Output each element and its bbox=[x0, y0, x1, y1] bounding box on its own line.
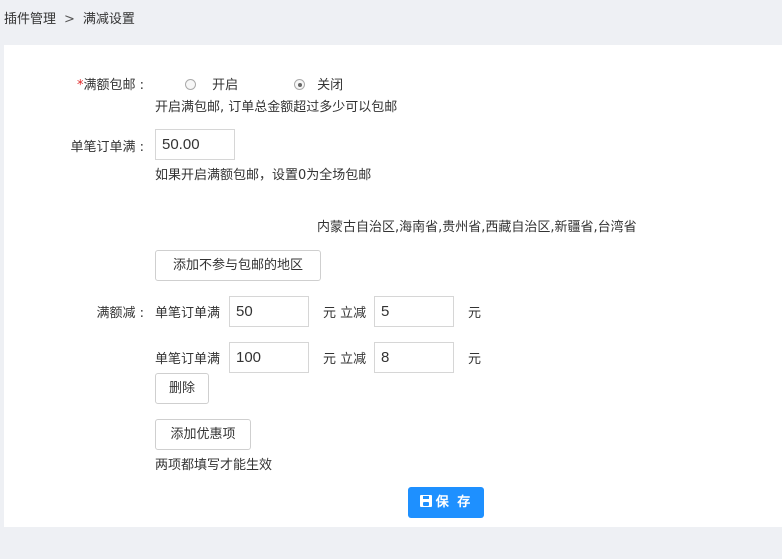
radio-enable-label: 开启 bbox=[212, 78, 239, 93]
discount-row-1-prefix: 单笔订单满 bbox=[155, 306, 221, 321]
discount-row-2-suffix: 元 bbox=[468, 352, 482, 367]
discount-row-1-amount-input[interactable]: 5 bbox=[374, 296, 454, 327]
settings-panel: *满额包邮 : 开启 关闭 开启满包邮, 订单总金额超过多少可以包邮 单笔订单满… bbox=[4, 45, 782, 527]
breadcrumb: 插件管理 > 满减设置 bbox=[4, 8, 135, 27]
radio-enable[interactable]: 开启 bbox=[185, 74, 238, 93]
discount-hint: 两项都填写才能生效 bbox=[155, 458, 273, 473]
save-button[interactable]: 保 存 bbox=[408, 487, 484, 518]
save-button-label: 保 存 bbox=[435, 495, 473, 510]
delete-discount-button[interactable]: 删除 bbox=[155, 373, 209, 404]
discount-row-2-prefix: 单笔订单满 bbox=[155, 352, 221, 367]
discount-row-2-threshold-input[interactable]: 100 bbox=[229, 342, 309, 373]
free-shipping-label-text: 满额包邮 : bbox=[83, 78, 144, 93]
radio-disable[interactable]: 关闭 bbox=[294, 74, 343, 93]
free-shipping-hint: 开启满包邮, 订单总金额超过多少可以包邮 bbox=[155, 100, 398, 115]
order-threshold-input[interactable]: 50.00 bbox=[155, 129, 235, 160]
discount-row-1-threshold-input[interactable]: 50 bbox=[229, 296, 309, 327]
free-shipping-label: *满额包邮 : bbox=[4, 74, 144, 93]
breadcrumb-plugin-management[interactable]: 插件管理 bbox=[4, 12, 56, 27]
discount-row-2-amount-input[interactable]: 8 bbox=[374, 342, 454, 373]
radio-disable-circle[interactable] bbox=[294, 79, 305, 90]
floppy-disk-icon bbox=[419, 495, 432, 507]
discount-row-1-middle: 元 立减 bbox=[323, 306, 367, 321]
discount-row-2-middle: 元 立减 bbox=[323, 352, 367, 367]
discount-row-1-suffix: 元 bbox=[468, 306, 482, 321]
add-excluded-region-button[interactable]: 添加不参与包邮的地区 bbox=[155, 250, 321, 281]
add-discount-button[interactable]: 添加优惠项 bbox=[155, 419, 251, 450]
order-threshold-hint: 如果开启满额包邮，设置0为全场包邮 bbox=[155, 168, 372, 183]
radio-enable-circle[interactable] bbox=[185, 79, 196, 90]
radio-disable-label: 关闭 bbox=[317, 78, 344, 93]
breadcrumb-separator: > bbox=[64, 12, 75, 27]
order-threshold-label: 单笔订单满 : bbox=[70, 140, 144, 155]
breadcrumb-current: 满减设置 bbox=[82, 12, 135, 27]
excluded-regions-text: 内蒙古自治区,海南省,贵州省,西藏自治区,新疆省,台湾省 bbox=[317, 220, 637, 235]
discount-label: 满额减 : bbox=[96, 306, 144, 321]
